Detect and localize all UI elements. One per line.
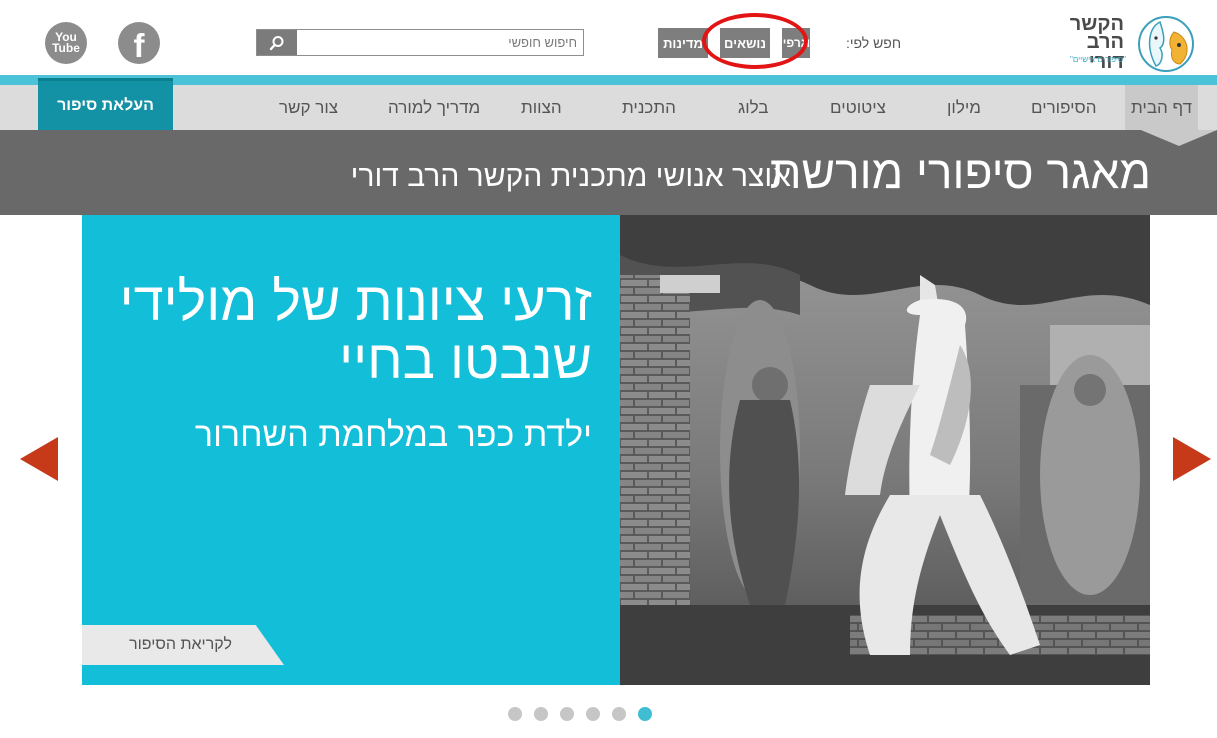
logo-line-2: הרב דורי — [1086, 31, 1124, 73]
nav-team[interactable]: הצוות — [521, 85, 562, 130]
search-box — [256, 29, 584, 56]
logo-tagline: "סיפורים אישיים" — [1069, 55, 1126, 64]
logo-faces-icon — [1138, 16, 1194, 72]
active-nav-pointer — [1141, 130, 1217, 146]
nav-dictionary[interactable]: מילון — [947, 85, 981, 130]
slider-dot-2[interactable] — [534, 707, 548, 721]
slider-dot-1[interactable] — [508, 707, 522, 721]
slide-subheadline: ילדת כפר במלחמת השחרור — [194, 416, 592, 454]
nav-contact[interactable]: צור קשר — [279, 85, 338, 130]
highlight-circle — [702, 13, 808, 69]
slider-dot-5[interactable] — [612, 707, 626, 721]
main-nav: דף הבית הסיפורים מילון ציטוטים בלוג התכנ… — [0, 85, 1217, 130]
filter-countries-button[interactable]: מדינות — [658, 28, 708, 58]
page-subtitle: אוצר אנושי מתכנית הקשר הרב דורי — [350, 160, 791, 193]
facebook-icon[interactable]: f — [118, 22, 160, 64]
search-icon — [269, 35, 284, 50]
facebook-icon-label: f — [133, 26, 145, 64]
site-header: You Tube f מדינות נושאים ביוגרפיות חפש ל… — [0, 0, 1217, 78]
youtube-icon-label: You Tube — [52, 30, 80, 55]
story-slider: זרעי ציונות של מולידי שנבטו בחיי ילדת כפ… — [82, 215, 1150, 685]
filter-countries-label: מדינות — [663, 35, 703, 51]
slider-prev-arrow-icon[interactable] — [20, 437, 58, 481]
search-input[interactable] — [301, 30, 581, 55]
search-button[interactable] — [257, 30, 297, 55]
nav-quotes[interactable]: ציטוטים — [830, 85, 886, 130]
slide-photo-image — [620, 215, 1150, 685]
title-band: מאגר סיפורי מורשת אוצר אנושי מתכנית הקשר… — [0, 130, 1217, 215]
slider-dot-3[interactable] — [560, 707, 574, 721]
slider-pagination — [508, 707, 652, 721]
page-title: מאגר סיפורי מורשת — [769, 146, 1151, 198]
nav-home[interactable]: דף הבית — [1125, 85, 1198, 130]
slider-next-arrow-icon[interactable] — [1173, 437, 1211, 481]
nav-stories[interactable]: הסיפורים — [1031, 85, 1096, 130]
search-by-label: חפש לפי: — [846, 35, 902, 51]
site-logo[interactable]: הקשר הרב דורי "סיפורים אישיים" — [1060, 12, 1200, 72]
slider-dot-6[interactable] — [638, 707, 652, 721]
nav-program[interactable]: התכנית — [622, 85, 676, 130]
nav-blog[interactable]: בלוג — [738, 85, 768, 130]
nav-teacher-guide[interactable]: מדריך למורה — [388, 85, 480, 130]
slide-text-panel: זרעי ציונות של מולידי שנבטו בחיי ילדת כפ… — [82, 215, 620, 685]
youtube-icon[interactable]: You Tube — [45, 22, 87, 64]
accent-strip — [0, 75, 1217, 85]
slide-headline: זרעי ציונות של מולידי שנבטו בחיי — [119, 272, 592, 390]
slide-photo[interactable] — [620, 215, 1150, 685]
read-story-button[interactable]: לקריאת הסיפור — [82, 625, 284, 665]
upload-story-label: העלאת סיפור — [57, 96, 154, 114]
upload-story-button[interactable]: העלאת סיפור — [38, 78, 173, 130]
slider-dot-4[interactable] — [586, 707, 600, 721]
